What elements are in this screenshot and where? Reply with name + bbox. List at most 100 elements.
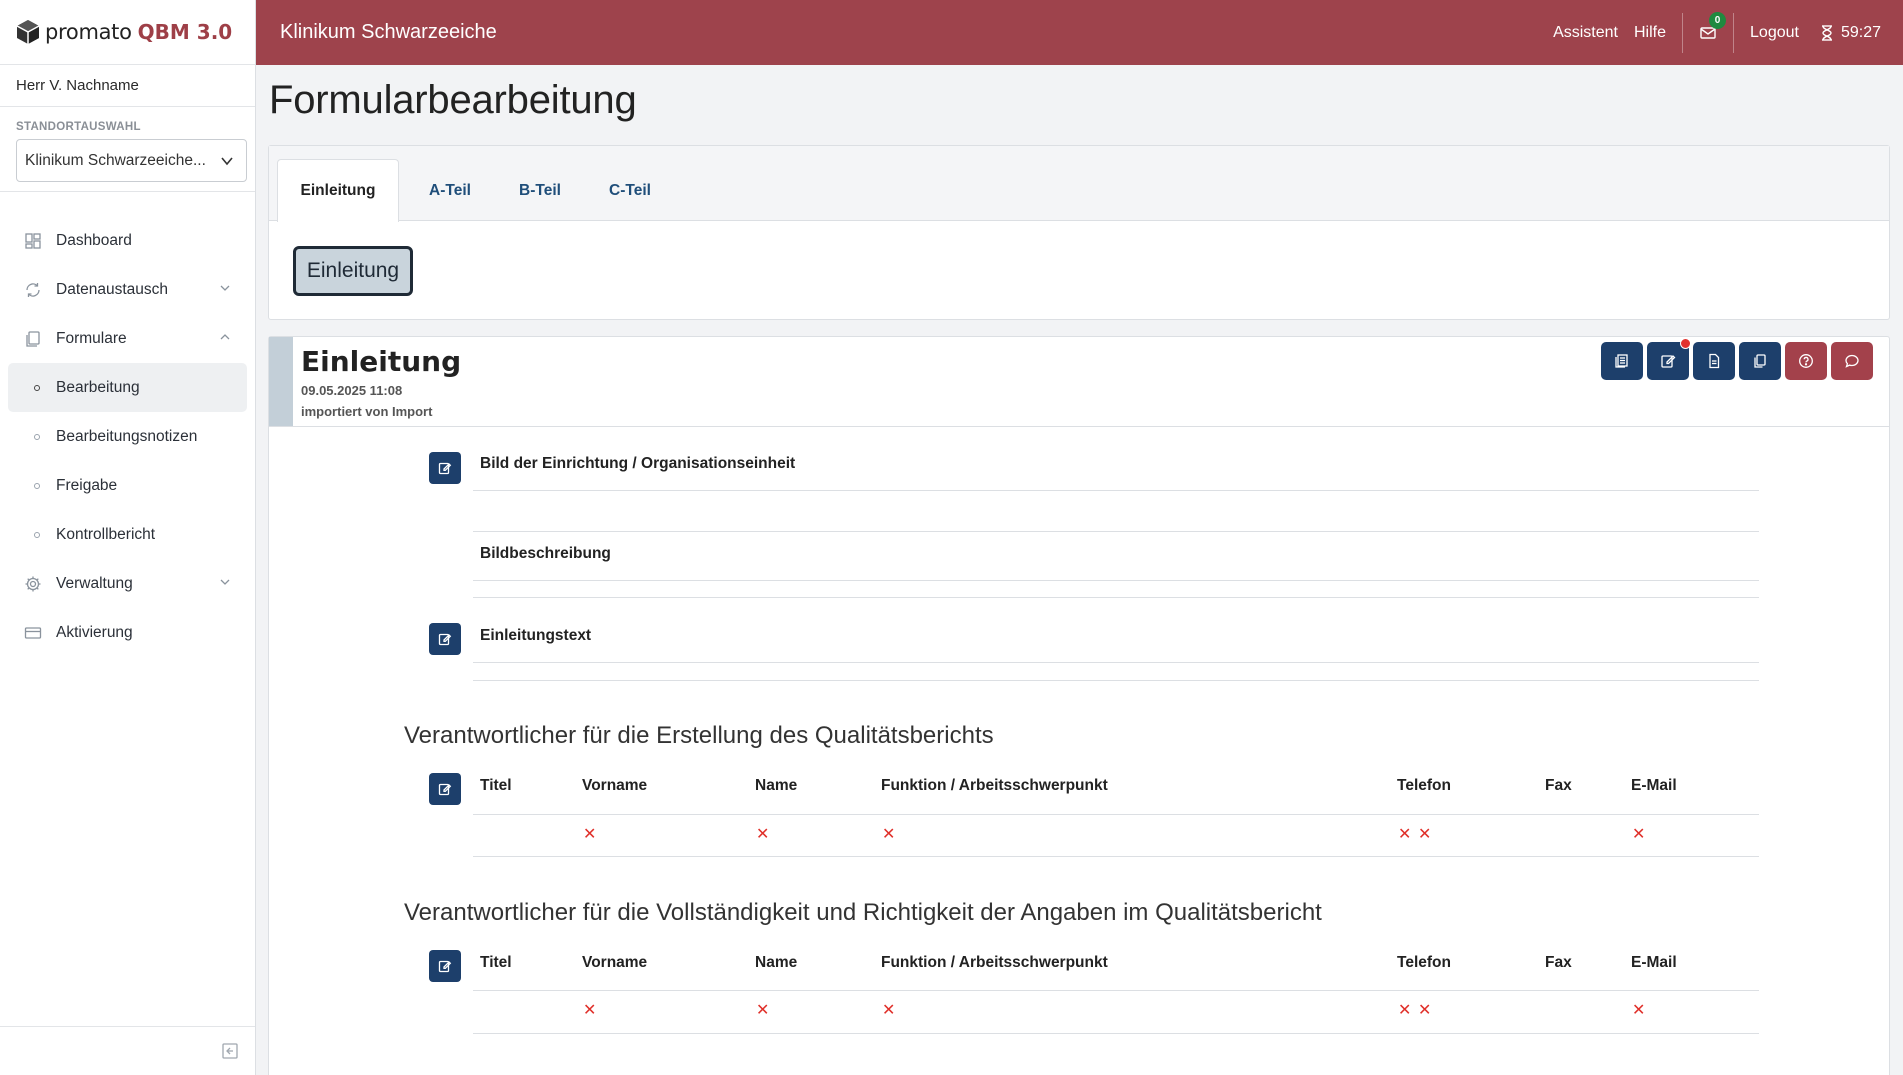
assistent-link[interactable]: Assistent <box>1553 24 1618 42</box>
comment-button[interactable] <box>1831 342 1873 380</box>
list-view-button[interactable] <box>1601 342 1643 380</box>
card-icon <box>24 624 42 642</box>
site-select-value: Klinikum Schwarzeeiche... <box>25 151 206 169</box>
logout-link[interactable]: Logout <box>1750 24 1799 42</box>
missing-telefon-icon: ✕ <box>1418 826 1432 843</box>
edit-icon <box>438 633 452 646</box>
responsible-creation-heading: Verantwortlicher für die Erstellung des … <box>404 722 994 749</box>
missing-name-icon: ✕ <box>756 1002 770 1019</box>
edit-einleitungstext-button[interactable] <box>429 623 461 655</box>
missing-vorname-icon: ✕ <box>583 826 597 843</box>
notes-button[interactable] <box>1647 338 1691 380</box>
notification-dot <box>1680 338 1691 349</box>
tab-b-teil[interactable]: B-Teil <box>505 159 575 222</box>
session-timer: 59:27 <box>1821 24 1881 42</box>
column-header: E-Mail <box>1631 954 1677 971</box>
sidebar-item-freigabe[interactable]: Freigabe <box>8 461 247 510</box>
column-header: Telefon <box>1397 954 1451 971</box>
column-header: Fax <box>1545 954 1572 971</box>
missing-funktion-icon: ✕ <box>882 1002 896 1019</box>
brand[interactable]: promato QBM 3.0 <box>0 0 255 65</box>
missing-email-icon: ✕ <box>1632 1002 1646 1019</box>
section-card: Einleitung 09.05.2025 11:08 importiert v… <box>268 336 1890 1075</box>
question-icon <box>1799 354 1813 368</box>
edit-icon <box>438 783 452 796</box>
document-button[interactable] <box>1693 342 1735 380</box>
sidebar-item-label: Formulare <box>56 329 127 347</box>
column-header: Name <box>755 777 798 794</box>
sidebar-footer <box>0 1026 255 1075</box>
edit-bild-button[interactable] <box>429 452 461 484</box>
sidebar-item-dashboard[interactable]: Dashboard <box>8 216 247 265</box>
column-header: Titel <box>480 777 512 794</box>
copy-icon <box>1754 354 1766 368</box>
site-label: STANDORTAUSWAHL <box>16 121 141 133</box>
missing-telefon-icon: ✕ <box>1418 1002 1432 1019</box>
clinic-title: Klinikum Schwarzeeiche <box>280 21 497 43</box>
copy-button[interactable] <box>1739 342 1781 380</box>
forms-icon <box>24 330 42 348</box>
chevron-down-icon <box>220 579 230 585</box>
sidebar-item-bearbeitung[interactable]: Bearbeitung <box>8 363 247 412</box>
edit-icon <box>438 462 452 475</box>
bullet-icon <box>34 532 40 538</box>
chevron-up-icon <box>220 334 230 340</box>
field-einleitungstext-label: Einleitungstext <box>480 627 592 644</box>
sidebar-item-label: Aktivierung <box>56 623 133 641</box>
brand-product: QBM 3.0 <box>137 20 233 44</box>
sidebar-item-aktivierung[interactable]: Aktivierung <box>8 608 247 657</box>
edit-icon <box>438 960 452 973</box>
subsection-einleitung-button[interactable]: Einleitung <box>293 246 413 296</box>
sidebar-item-label: Datenaustausch <box>56 280 169 298</box>
gear-icon <box>24 575 42 593</box>
document-icon <box>1709 353 1720 369</box>
bullet-icon <box>34 434 40 440</box>
chevron-down-icon <box>221 156 233 165</box>
hilfe-link[interactable]: Hilfe <box>1634 24 1666 42</box>
column-header: Funktion / Arbeitsschwerpunkt <box>881 954 1108 971</box>
tab-a-teil[interactable]: A-Teil <box>415 159 485 222</box>
comment-icon <box>1845 354 1859 368</box>
missing-telefon-icon: ✕ <box>1398 826 1412 843</box>
topbar: Klinikum Schwarzeeiche Assistent Hilfe 0… <box>256 0 1903 65</box>
field-bild-label: Bild der Einrichtung / Organisationseinh… <box>480 455 796 472</box>
sidebar-nav: Dashboard Datenaustausch Formulare Bearb… <box>0 216 255 657</box>
brand-name: promato <box>45 20 132 44</box>
section-accent-strip <box>269 337 293 426</box>
edit-note-icon <box>1661 355 1676 368</box>
missing-telefon-icon: ✕ <box>1398 1002 1412 1019</box>
site-select[interactable]: Klinikum Schwarzeeiche... <box>16 139 247 182</box>
missing-name-icon: ✕ <box>756 826 770 843</box>
sidebar-item-label: Verwaltung <box>56 574 133 592</box>
collapse-sidebar-icon[interactable] <box>221 1042 239 1060</box>
edit-responsible-creation-button[interactable] <box>429 773 461 805</box>
sidebar-item-label: Kontrollbericht <box>56 525 156 543</box>
sidebar-item-kontrollbericht[interactable]: Kontrollbericht <box>8 510 247 559</box>
page-title: Formularbearbeitung <box>269 78 637 122</box>
column-header: Vorname <box>582 777 648 794</box>
column-header: Vorname <box>582 954 648 971</box>
column-header: Fax <box>1545 777 1572 794</box>
column-header: E-Mail <box>1631 777 1677 794</box>
sidebar-item-formulare[interactable]: Formulare <box>8 314 247 363</box>
user-name[interactable]: Herr V. Nachname <box>0 65 255 107</box>
edit-responsible-accuracy-button[interactable] <box>429 950 461 982</box>
missing-funktion-icon: ✕ <box>882 826 896 843</box>
messages-button[interactable]: 0 <box>1699 11 1727 42</box>
tab-einleitung[interactable]: Einleitung <box>277 159 399 222</box>
missing-vorname-icon: ✕ <box>583 1002 597 1019</box>
section-date: 09.05.2025 11:08 <box>301 383 403 398</box>
sync-icon <box>24 281 42 299</box>
help-button[interactable] <box>1785 342 1827 380</box>
sidebar-item-datenaustausch[interactable]: Datenaustausch <box>8 265 247 314</box>
hourglass-icon <box>1821 24 1832 41</box>
sidebar-item-bearbeitungsnotizen[interactable]: Bearbeitungsnotizen <box>8 412 247 461</box>
messages-count-badge: 0 <box>1709 11 1727 29</box>
column-header: Titel <box>480 954 512 971</box>
bullet-icon <box>34 483 40 489</box>
responsible-accuracy-heading: Verantwortlicher für die Vollständigkeit… <box>404 899 1322 926</box>
tab-c-teil[interactable]: C-Teil <box>595 159 665 222</box>
cube-logo-icon <box>16 20 40 44</box>
sidebar-item-verwaltung[interactable]: Verwaltung <box>8 559 247 608</box>
form-tabs-card: Einleitung A-Teil B-Teil C-Teil Einleitu… <box>268 145 1890 320</box>
